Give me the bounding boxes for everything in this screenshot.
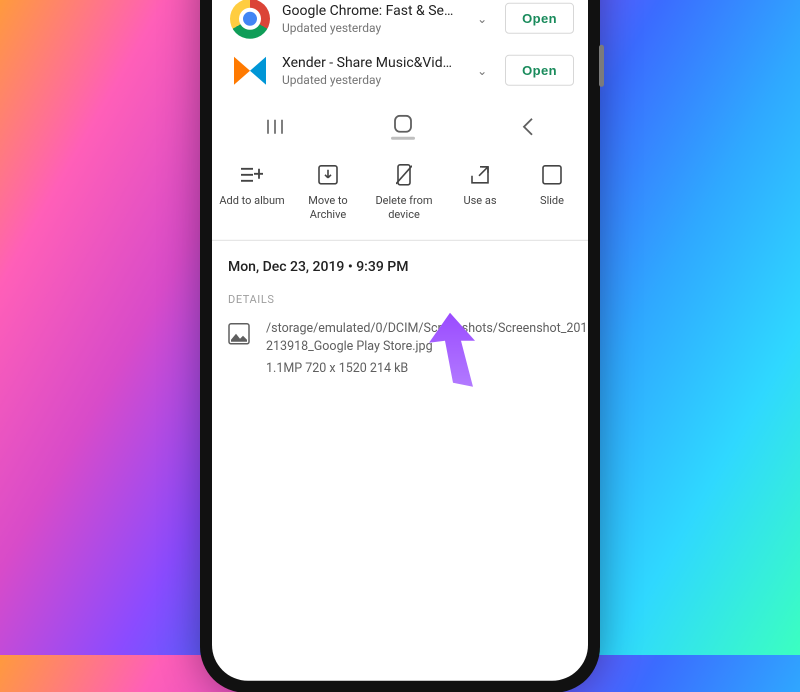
app-title-1: Google Chrome: Fast & Secure bbox=[282, 2, 459, 18]
action-delete-from-device[interactable]: Delete from device bbox=[366, 163, 442, 222]
file-info-block: /storage/emulated/0/DCIM/Screenshots/Scr… bbox=[212, 306, 588, 378]
app-title-2: Xender - Share Music&Video, Trans bbox=[282, 54, 459, 70]
action-label: Delete from device bbox=[366, 193, 442, 222]
action-add-to-album[interactable]: Add to album bbox=[214, 163, 290, 207]
file-path: /storage/emulated/0/DCIM/Screenshots/Scr… bbox=[266, 320, 588, 356]
use-as-icon bbox=[469, 163, 491, 185]
delete-device-icon bbox=[393, 163, 415, 185]
app-sub-1: Updated yesterday bbox=[282, 20, 459, 34]
play-store-apps-area: Updated yesterday ⌄ Open Google Chrome: … bbox=[212, 0, 588, 96]
nav-home-indicator bbox=[391, 136, 415, 139]
android-nav-bar bbox=[212, 114, 588, 139]
action-label: Add to album bbox=[219, 193, 284, 207]
action-label: Slide bbox=[540, 193, 564, 207]
app-info-2: Xender - Share Music&Video, Trans Update… bbox=[282, 54, 459, 86]
app-row-2[interactable]: Xender - Share Music&Video, Trans Update… bbox=[212, 44, 588, 96]
phone-screen: 10:23 ••• 32% bbox=[212, 0, 588, 680]
app-row-1[interactable]: Google Chrome: Fast & Secure Updated yes… bbox=[212, 0, 588, 44]
file-meta: 1.1MP 720 x 1520 214 kB bbox=[266, 360, 588, 378]
app-info-1: Google Chrome: Fast & Secure Updated yes… bbox=[282, 2, 459, 34]
app-sub-2: Updated yesterday bbox=[282, 72, 459, 86]
action-move-to-archive[interactable]: Move to Archive bbox=[290, 163, 366, 222]
photo-date: Mon, Dec 23, 2019 • 9:39 PM bbox=[212, 241, 588, 275]
open-button-2[interactable]: Open bbox=[505, 55, 574, 86]
chrome-icon bbox=[230, 0, 270, 38]
action-label: Use as bbox=[463, 193, 496, 207]
action-use-as[interactable]: Use as bbox=[442, 163, 518, 207]
action-row: Add to album Move to Archive Delete from… bbox=[212, 163, 588, 222]
chevron-down-icon[interactable]: ⌄ bbox=[477, 63, 487, 77]
action-label: Move to Archive bbox=[290, 193, 366, 222]
action-slideshow[interactable]: Slide bbox=[518, 163, 586, 207]
nav-back[interactable] bbox=[521, 118, 535, 136]
archive-icon bbox=[317, 163, 339, 185]
slideshow-icon bbox=[541, 163, 563, 185]
open-button-1[interactable]: Open bbox=[505, 3, 574, 34]
phone-frame: 10:23 ••• 32% bbox=[200, 0, 600, 692]
nav-recents[interactable] bbox=[265, 119, 285, 135]
details-heading: DETAILS bbox=[212, 275, 588, 306]
add-to-album-icon bbox=[241, 163, 263, 185]
phone-side-button bbox=[599, 44, 604, 86]
xender-icon bbox=[230, 50, 270, 90]
file-text: /storage/emulated/0/DCIM/Screenshots/Scr… bbox=[266, 320, 588, 378]
image-file-icon bbox=[228, 323, 252, 347]
chevron-down-icon[interactable]: ⌄ bbox=[477, 11, 487, 25]
nav-home[interactable] bbox=[391, 114, 415, 139]
